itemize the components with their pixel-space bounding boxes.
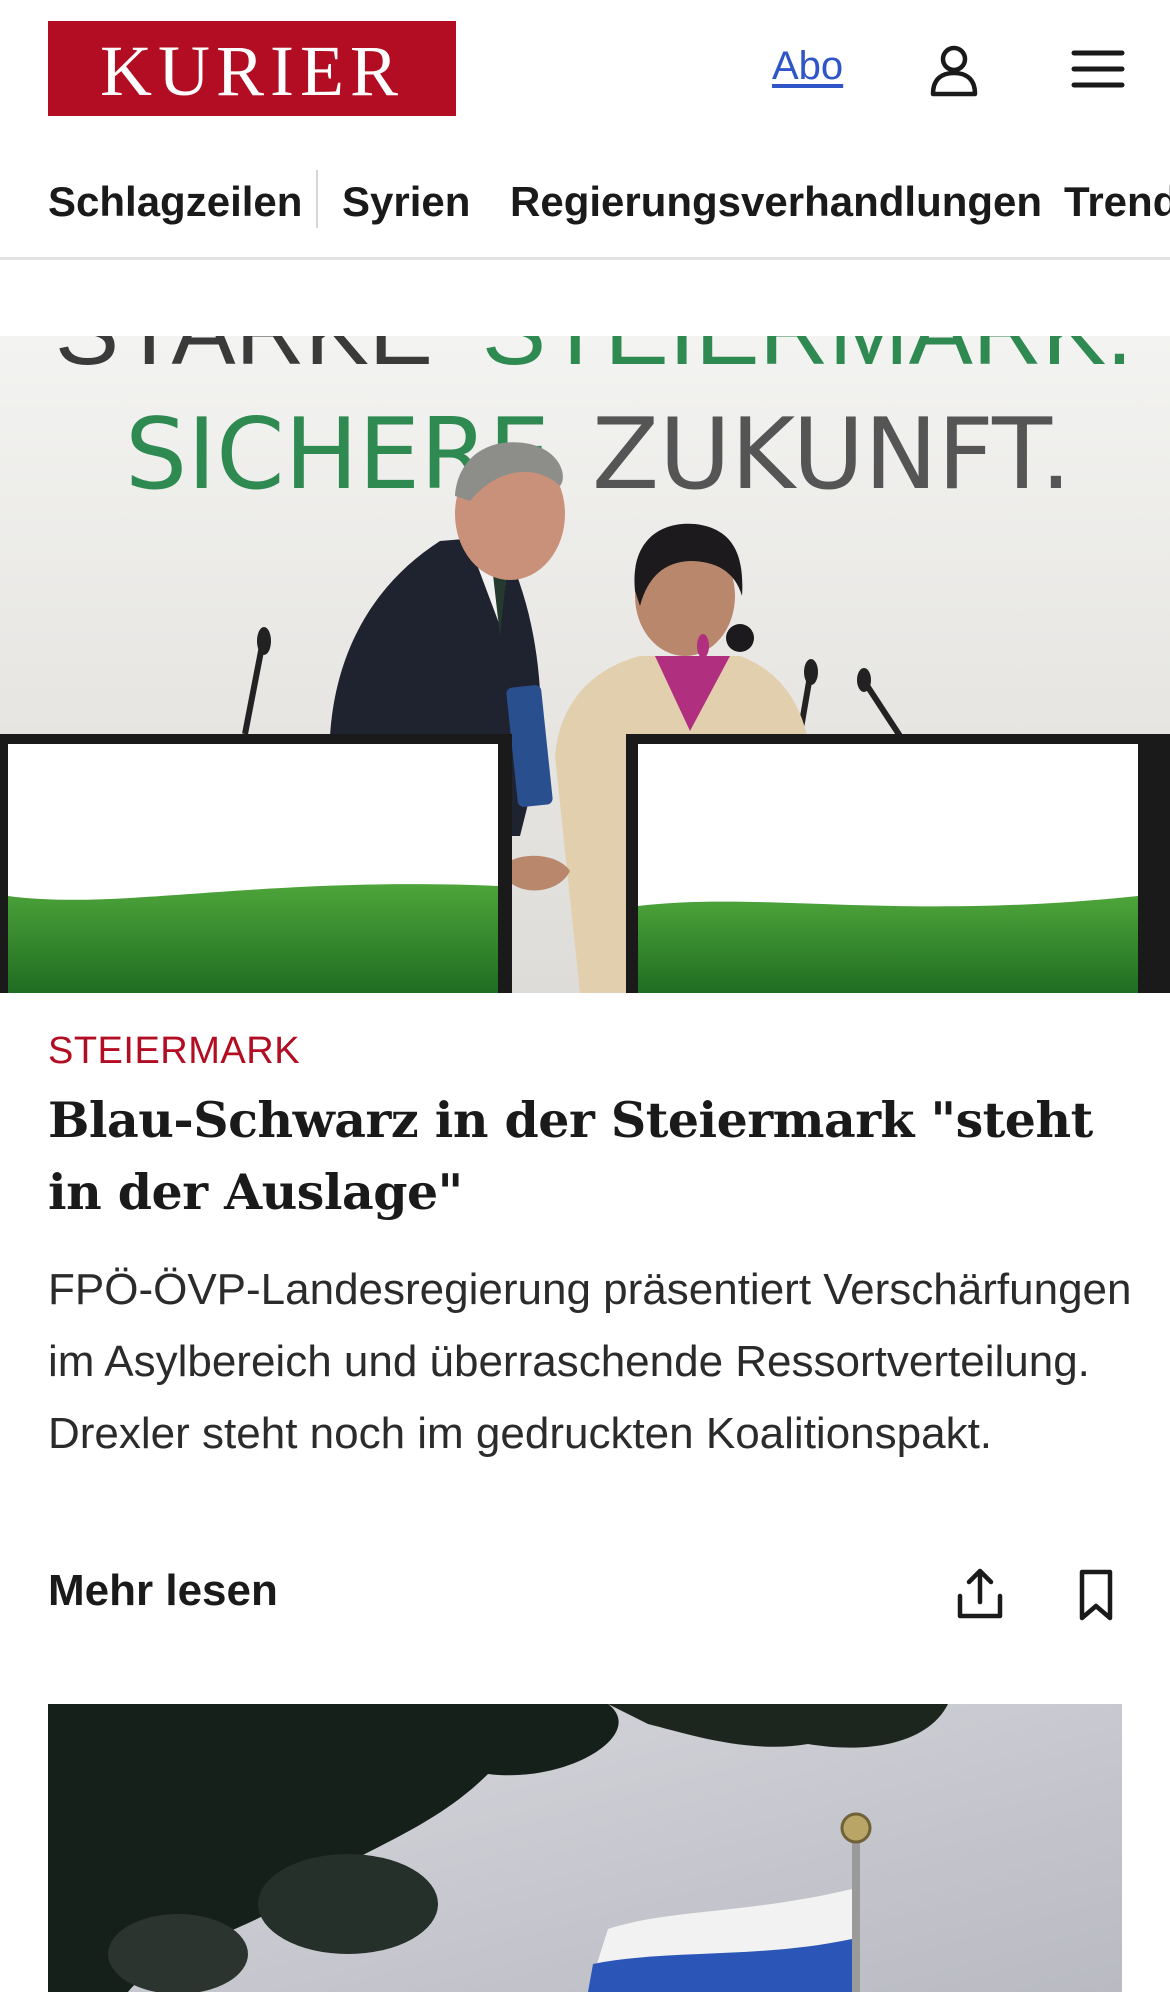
nav-item-regierungsverhandlungen[interactable]: Regierungsverhandlungen	[510, 178, 1042, 226]
menu-button[interactable]	[1068, 40, 1128, 100]
nav-item-syrien[interactable]: Syrien	[342, 178, 470, 226]
site-header: KURIER Abo	[0, 0, 1170, 140]
second-article-photo	[48, 1704, 1122, 1992]
read-more-link[interactable]: Mehr lesen	[48, 1566, 278, 1616]
account-button[interactable]	[924, 40, 984, 100]
backdrop-slogan-grey: ZUKUNFT.	[592, 398, 1072, 512]
category-nav: Schlagzeilen Syrien Regierungsverhandlun…	[0, 160, 1170, 260]
share-icon	[957, 1568, 1003, 1619]
user-icon	[930, 45, 978, 97]
article-headline[interactable]: Blau-Schwarz in der Steiermark "steht in…	[48, 1084, 1128, 1228]
svg-text:STEIERMARK.: STEIERMARK.	[482, 336, 1133, 385]
kurier-logo[interactable]: KURIER	[48, 21, 456, 116]
hero-image[interactable]: S TARKE STEIERMARK. SICHERE ZUKUNFT.	[0, 336, 1170, 993]
bookmark-button[interactable]	[1066, 1564, 1126, 1624]
share-button[interactable]	[950, 1564, 1010, 1624]
article-kicker[interactable]: STEIERMARK	[48, 1030, 300, 1073]
svg-text:TARKE: TARKE	[120, 336, 433, 385]
bookmark-icon	[1079, 1569, 1113, 1621]
nav-divider	[316, 170, 318, 228]
abo-link[interactable]: Abo	[772, 44, 843, 89]
hamburger-menu-icon	[1071, 50, 1125, 88]
nav-item-schlagzeilen[interactable]: Schlagzeilen	[48, 178, 302, 226]
logo-text: KURIER	[100, 30, 404, 111]
svg-text:S: S	[55, 336, 119, 385]
nav-item-trends[interactable]: Trends	[1064, 178, 1170, 226]
hero-photo: S TARKE STEIERMARK. SICHERE ZUKUNFT.	[0, 336, 1170, 993]
second-article-image[interactable]	[48, 1704, 1122, 1992]
article-teaser: FPÖ-ÖVP-Landesregierung präsentiert Vers…	[48, 1265, 1132, 1458]
